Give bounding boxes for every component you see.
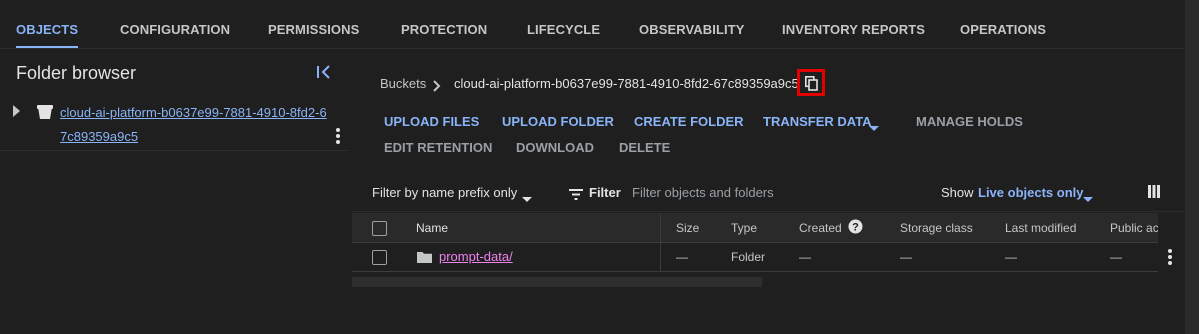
collapse-panel-icon[interactable] [316, 64, 332, 85]
cell-type: Folder [731, 250, 766, 264]
show-objects-select[interactable]: Live objects only [978, 185, 1083, 200]
tab-observability[interactable]: OBSERVABILITY [639, 0, 745, 46]
download-button[interactable]: DOWNLOAD [516, 140, 594, 155]
folder-browser-title: Folder browser [16, 63, 137, 83]
tab-permissions[interactable]: PERMISSIONS [268, 0, 359, 46]
upload-files-button[interactable]: UPLOAD FILES [384, 114, 479, 129]
folder-icon [417, 250, 432, 268]
filter-icon [569, 187, 583, 205]
tab-protection[interactable]: PROTECTION [401, 0, 487, 46]
column-header-storage-class[interactable]: Storage class [900, 221, 973, 235]
tab-lifecycle[interactable]: LIFECYCLE [527, 0, 600, 46]
tab-configuration[interactable]: CONFIGURATION [120, 0, 230, 46]
cell-storage-class: — [900, 250, 912, 264]
breadcrumb-current-bucket: cloud-ai-platform-b0637e99-7881-4910-8fd… [454, 76, 799, 91]
column-header-public-access[interactable]: Public ac [1110, 221, 1158, 235]
folder-link[interactable]: prompt-data/ [439, 249, 513, 264]
svg-text:?: ? [852, 222, 859, 234]
caret-down-icon [869, 119, 879, 137]
cell-size: — [676, 250, 688, 264]
tab-inventory-reports[interactable]: INVENTORY REPORTS [782, 0, 925, 46]
copy-bucket-name-button[interactable] [797, 69, 825, 96]
show-caret-icon [1083, 190, 1093, 208]
breadcrumb-buckets[interactable]: Buckets [380, 76, 426, 91]
tab-operations[interactable]: OPERATIONS [960, 0, 1046, 46]
column-header-size[interactable]: Size [676, 221, 699, 235]
transfer-data-button[interactable]: TRANSFER DATA [763, 114, 872, 129]
filter-mode-caret-icon [522, 190, 532, 208]
edit-retention-button[interactable]: EDIT RETENTION [384, 140, 492, 155]
chevron-right-icon [432, 79, 442, 97]
expand-arrow-icon[interactable] [12, 104, 22, 123]
tab-bar: OBJECTS CONFIGURATION PERMISSIONS PROTEC… [0, 0, 1185, 49]
help-icon[interactable]: ? [848, 219, 863, 239]
column-header-created[interactable]: Created [799, 221, 842, 235]
upload-folder-button[interactable]: UPLOAD FOLDER [502, 114, 614, 129]
delete-button[interactable]: DELETE [619, 140, 670, 155]
row-more-options-icon[interactable] [1166, 248, 1174, 271]
manage-holds-button[interactable]: MANAGE HOLDS [916, 114, 1023, 129]
cell-last-modified: — [1005, 250, 1017, 264]
bucket-link[interactable]: cloud-ai-platform-b0637e99-7881-4910-8fd… [60, 101, 330, 149]
tab-objects[interactable]: OBJECTS [16, 0, 79, 48]
create-folder-button[interactable]: CREATE FOLDER [634, 114, 744, 129]
show-label: Show [941, 185, 974, 200]
filter-label: Filter [589, 185, 621, 200]
page-scrollbar[interactable] [1185, 0, 1199, 334]
copy-icon [805, 76, 818, 91]
folder-browser-panel [0, 49, 348, 334]
cell-created: — [799, 250, 811, 264]
column-display-icon[interactable] [1148, 185, 1160, 203]
filter-mode-select[interactable]: Filter by name prefix only [372, 185, 517, 200]
filter-input[interactable]: Filter objects and folders [632, 185, 774, 200]
column-header-type[interactable]: Type [731, 221, 757, 235]
column-header-name[interactable]: Name [416, 221, 448, 235]
cell-public-access: — [1110, 250, 1122, 264]
table-horizontal-scrollbar[interactable] [352, 277, 762, 287]
column-header-last-modified[interactable]: Last modified [1005, 221, 1076, 235]
more-options-icon[interactable] [334, 127, 342, 150]
bucket-icon [37, 105, 53, 125]
select-all-checkbox[interactable] [372, 221, 387, 236]
row-checkbox[interactable] [372, 250, 387, 265]
